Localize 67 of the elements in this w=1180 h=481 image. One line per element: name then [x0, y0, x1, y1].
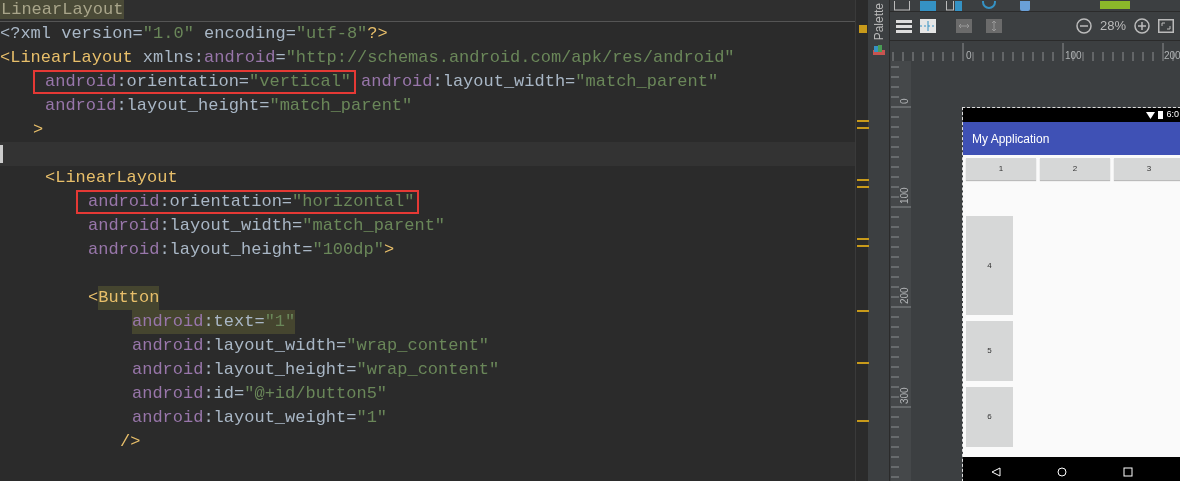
ruler-label: 0: [966, 50, 972, 61]
home-icon[interactable]: [1057, 467, 1067, 477]
code-text: <: [88, 287, 99, 309]
preview-button[interactable]: 1: [966, 158, 1036, 180]
palette-tab[interactable]: Palette: [869, 3, 888, 41]
battery-icon: [1158, 111, 1164, 119]
palette-icon: [871, 44, 886, 57]
warning-marker[interactable]: [857, 127, 869, 129]
code-text: android:layout_height="100dp">: [88, 239, 395, 261]
warning-marker[interactable]: [859, 25, 867, 33]
code-text: Button: [98, 286, 160, 310]
layout-icon[interactable]: [894, 0, 910, 11]
warning-marker[interactable]: [857, 238, 869, 240]
recents-icon[interactable]: [1123, 467, 1133, 477]
preview-button[interactable]: 3: [1114, 158, 1180, 180]
status-time: 6:0: [1166, 108, 1179, 122]
grid-icon[interactable]: [920, 0, 936, 11]
code-text: android:layout_width="match_parent": [361, 71, 719, 93]
text-cursor: [0, 145, 3, 163]
code-text: android:id="@+id/button5": [132, 383, 388, 405]
annotated-code: android:orientation="horizontal": [76, 190, 420, 214]
code-text: <?xml version="1.0" encoding="utf-8"?>: [0, 23, 388, 45]
zoom-out-icon[interactable]: [1075, 17, 1092, 34]
horizontal-arrows-icon[interactable]: [956, 18, 972, 33]
phone-icon[interactable]: [1020, 0, 1030, 11]
vertical-arrows-icon[interactable]: [986, 18, 1002, 33]
code-text: <LinearLayout: [45, 167, 178, 189]
code-text: android:text="1": [132, 310, 296, 334]
fit-screen-icon[interactable]: [1158, 18, 1174, 33]
warning-marker[interactable]: [857, 186, 869, 188]
wifi-icon: [1146, 111, 1156, 119]
warning-marker[interactable]: [857, 420, 869, 422]
code-text: android:layout_width="match_parent": [88, 215, 446, 237]
code-text: android:layout_height="wrap_content": [132, 359, 500, 381]
code-text: android:layout_width="wrap_content": [132, 335, 490, 357]
warning-marker[interactable]: [857, 362, 869, 364]
ruler-label: 0: [899, 98, 910, 104]
warning-marker[interactable]: [857, 120, 869, 122]
code-text: android:layout_height="match_parent": [45, 95, 413, 117]
back-icon[interactable]: [991, 467, 1001, 477]
zoom-in-icon[interactable]: [1134, 17, 1150, 34]
zoom-level: 28%: [1099, 17, 1126, 36]
code-text: />: [120, 431, 141, 453]
app-title: My Application: [972, 130, 1050, 148]
list-icon[interactable]: [896, 18, 912, 33]
ruler-label: 100: [899, 187, 910, 204]
warning-marker[interactable]: [857, 245, 869, 247]
annotated-code: android:orientation="vertical": [33, 70, 357, 94]
split-icon[interactable]: [946, 0, 962, 11]
scrollbar-track[interactable]: [855, 0, 868, 481]
code-text: android:layout_weight="1": [132, 407, 388, 429]
breadcrumb[interactable]: LinearLayout: [0, 0, 125, 19]
code-text: <LinearLayout xmlns:android="http://schemas.android.com/apk/res/android": [0, 47, 735, 69]
preview-button[interactable]: 5: [966, 321, 1013, 381]
warning-marker[interactable]: [857, 179, 869, 181]
globe-icon[interactable]: [982, 0, 996, 11]
api-icon[interactable]: [1100, 0, 1130, 11]
guideline-icon[interactable]: [920, 18, 936, 33]
preview-button[interactable]: 4: [966, 216, 1013, 315]
ruler-label: 200: [899, 287, 910, 304]
warning-marker[interactable]: [857, 310, 869, 312]
preview-button[interactable]: 2: [1040, 158, 1110, 180]
preview-button[interactable]: 6: [966, 387, 1013, 447]
ruler-label: 300: [899, 387, 910, 404]
code-text: >: [33, 119, 44, 141]
ruler-label: 200: [1164, 50, 1180, 61]
ruler-label: 100: [1065, 50, 1082, 61]
